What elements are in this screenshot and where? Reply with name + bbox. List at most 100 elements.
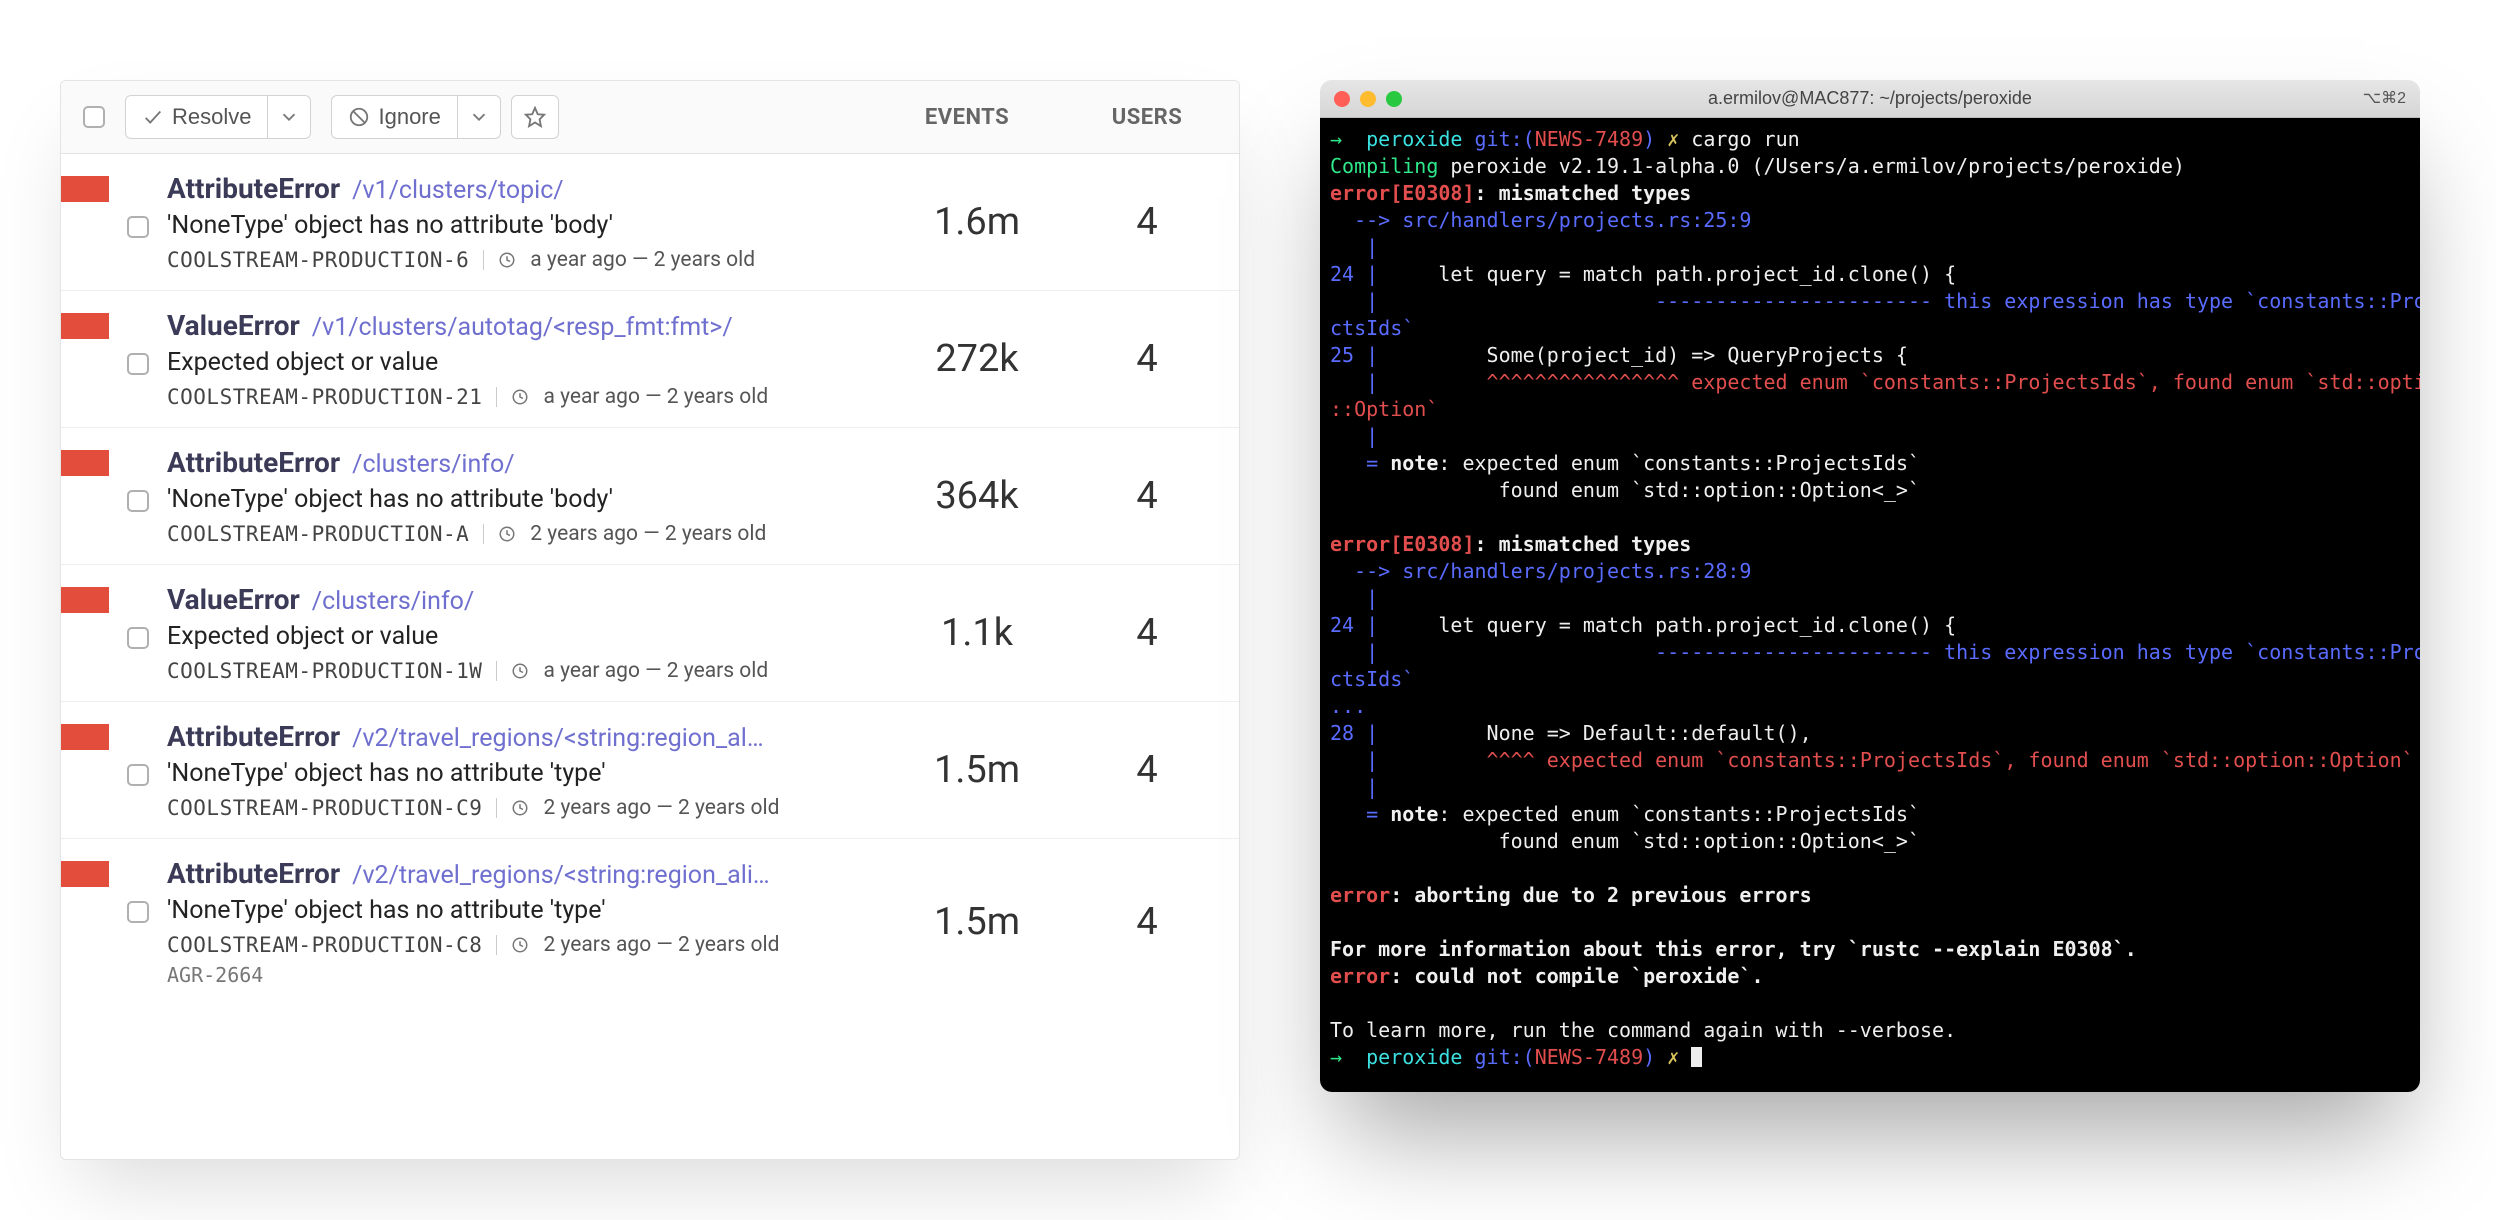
error-path: /v1/clusters/autotag/<resp_fmt:fmt>/	[312, 313, 733, 342]
severity-bar	[61, 450, 109, 476]
row-checkbox[interactable]	[127, 901, 149, 923]
check-icon	[142, 106, 164, 128]
issue-main: AttributeError /v2/travel_regions/<strin…	[167, 720, 877, 820]
terminal-window: a.ermilov@MAC877: ~/projects/peroxide ⌥⌘…	[1320, 80, 2420, 1092]
user-count: 4	[1077, 337, 1217, 381]
user-count: 4	[1077, 200, 1217, 244]
error-path: /clusters/info/	[352, 450, 514, 479]
divider	[496, 661, 497, 681]
bookmark-button[interactable]	[511, 95, 559, 139]
issue-rows: AttributeError /v1/clusters/topic/ 'None…	[61, 154, 1239, 1005]
event-count: 1.5m	[877, 900, 1077, 944]
ignore-button[interactable]: Ignore	[331, 95, 457, 139]
column-header-events: EVENTS	[867, 105, 1067, 130]
resolve-button-group: Resolve	[125, 95, 311, 139]
user-count: 4	[1077, 900, 1217, 944]
clock-icon	[498, 525, 516, 543]
user-count: 4	[1077, 611, 1217, 655]
ban-icon	[348, 106, 370, 128]
issue-main: ValueError /clusters/info/ Expected obje…	[167, 583, 877, 683]
error-path: /v1/clusters/topic/	[352, 176, 563, 205]
event-count: 1.1k	[877, 611, 1077, 655]
timestamp: a year ago — 2 years old	[530, 248, 755, 272]
error-name: AttributeError	[167, 720, 340, 753]
divider	[496, 935, 497, 955]
error-description: Expected object or value	[167, 348, 877, 377]
issue-row[interactable]: AttributeError /v2/travel_regions/<strin…	[61, 839, 1239, 1005]
error-name: AttributeError	[167, 172, 340, 205]
issue-main: AttributeError /v1/clusters/topic/ 'None…	[167, 172, 877, 272]
error-path: /clusters/info/	[312, 587, 474, 616]
timestamp: a year ago — 2 years old	[543, 659, 768, 683]
timestamp: 2 years ago — 2 years old	[530, 522, 766, 546]
terminal-title: a.ermilov@MAC877: ~/projects/peroxide	[1320, 86, 2420, 110]
resolve-caret-button[interactable]	[268, 95, 311, 139]
chevron-down-icon	[468, 106, 490, 128]
error-path: /v2/travel_regions/<string:region_al…	[352, 724, 763, 753]
severity-bar	[61, 313, 109, 339]
clock-icon	[498, 251, 516, 269]
issue-list-panel: Resolve Ignore EVENTS USERS Att	[60, 80, 1240, 1160]
divider	[483, 250, 484, 270]
timestamp: a year ago — 2 years old	[543, 385, 768, 409]
terminal-body[interactable]: → peroxide git:(NEWS-7489) ✗ cargo run C…	[1320, 118, 2420, 1092]
select-all-checkbox[interactable]	[83, 106, 105, 128]
user-count: 4	[1077, 748, 1217, 792]
error-description: 'NoneType' object has no attribute 'type…	[167, 759, 877, 788]
clock-icon	[511, 388, 529, 406]
event-count: 364k	[877, 474, 1077, 518]
clock-icon	[511, 799, 529, 817]
clock-icon	[511, 936, 529, 954]
error-name: AttributeError	[167, 857, 340, 890]
environment-tag: COOLSTREAM-PRODUCTION-1W	[167, 659, 482, 683]
ignore-label: Ignore	[378, 104, 440, 130]
severity-bar	[61, 176, 109, 202]
terminal-titlebar: a.ermilov@MAC877: ~/projects/peroxide ⌥⌘…	[1320, 80, 2420, 118]
event-count: 272k	[877, 337, 1077, 381]
resolve-label: Resolve	[172, 104, 251, 130]
issue-toolbar: Resolve Ignore EVENTS USERS	[61, 81, 1239, 154]
resolve-button[interactable]: Resolve	[125, 95, 268, 139]
user-count: 4	[1077, 474, 1217, 518]
row-checkbox[interactable]	[127, 490, 149, 512]
issue-row[interactable]: ValueError /clusters/info/ Expected obje…	[61, 565, 1239, 702]
environment-tag: COOLSTREAM-PRODUCTION-A	[167, 522, 469, 546]
ticket-tag: AGR-2664	[167, 963, 877, 987]
environment-tag: COOLSTREAM-PRODUCTION-21	[167, 385, 482, 409]
error-description: 'NoneType' object has no attribute 'body…	[167, 211, 877, 240]
row-checkbox[interactable]	[127, 627, 149, 649]
error-path: /v2/travel_regions/<string:region_ali…	[352, 861, 770, 890]
environment-tag: COOLSTREAM-PRODUCTION-C8	[167, 933, 482, 957]
error-description: 'NoneType' object has no attribute 'type…	[167, 896, 877, 925]
ignore-caret-button[interactable]	[458, 95, 501, 139]
star-icon	[524, 106, 546, 128]
issue-row[interactable]: AttributeError /clusters/info/ 'NoneType…	[61, 428, 1239, 565]
row-checkbox[interactable]	[127, 216, 149, 238]
event-count: 1.5m	[877, 748, 1077, 792]
event-count: 1.6m	[877, 200, 1077, 244]
ignore-button-group: Ignore	[331, 95, 500, 139]
clock-icon	[511, 662, 529, 680]
severity-bar	[61, 861, 109, 887]
chevron-down-icon	[278, 106, 300, 128]
environment-tag: COOLSTREAM-PRODUCTION-C9	[167, 796, 482, 820]
column-header-users: USERS	[1077, 105, 1217, 130]
timestamp: 2 years ago — 2 years old	[543, 796, 779, 820]
error-name: ValueError	[167, 309, 300, 342]
environment-tag: COOLSTREAM-PRODUCTION-6	[167, 248, 469, 272]
row-checkbox[interactable]	[127, 353, 149, 375]
cursor	[1691, 1047, 1702, 1067]
issue-row[interactable]: AttributeError /v1/clusters/topic/ 'None…	[61, 154, 1239, 291]
issue-row[interactable]: ValueError /v1/clusters/autotag/<resp_fm…	[61, 291, 1239, 428]
error-name: AttributeError	[167, 446, 340, 479]
error-description: Expected object or value	[167, 622, 877, 651]
divider	[496, 798, 497, 818]
issue-main: AttributeError /clusters/info/ 'NoneType…	[167, 446, 877, 546]
issue-main: AttributeError /v2/travel_regions/<strin…	[167, 857, 877, 987]
issue-row[interactable]: AttributeError /v2/travel_regions/<strin…	[61, 702, 1239, 839]
row-checkbox[interactable]	[127, 764, 149, 786]
divider	[496, 387, 497, 407]
error-name: ValueError	[167, 583, 300, 616]
error-description: 'NoneType' object has no attribute 'body…	[167, 485, 877, 514]
issue-main: ValueError /v1/clusters/autotag/<resp_fm…	[167, 309, 877, 409]
